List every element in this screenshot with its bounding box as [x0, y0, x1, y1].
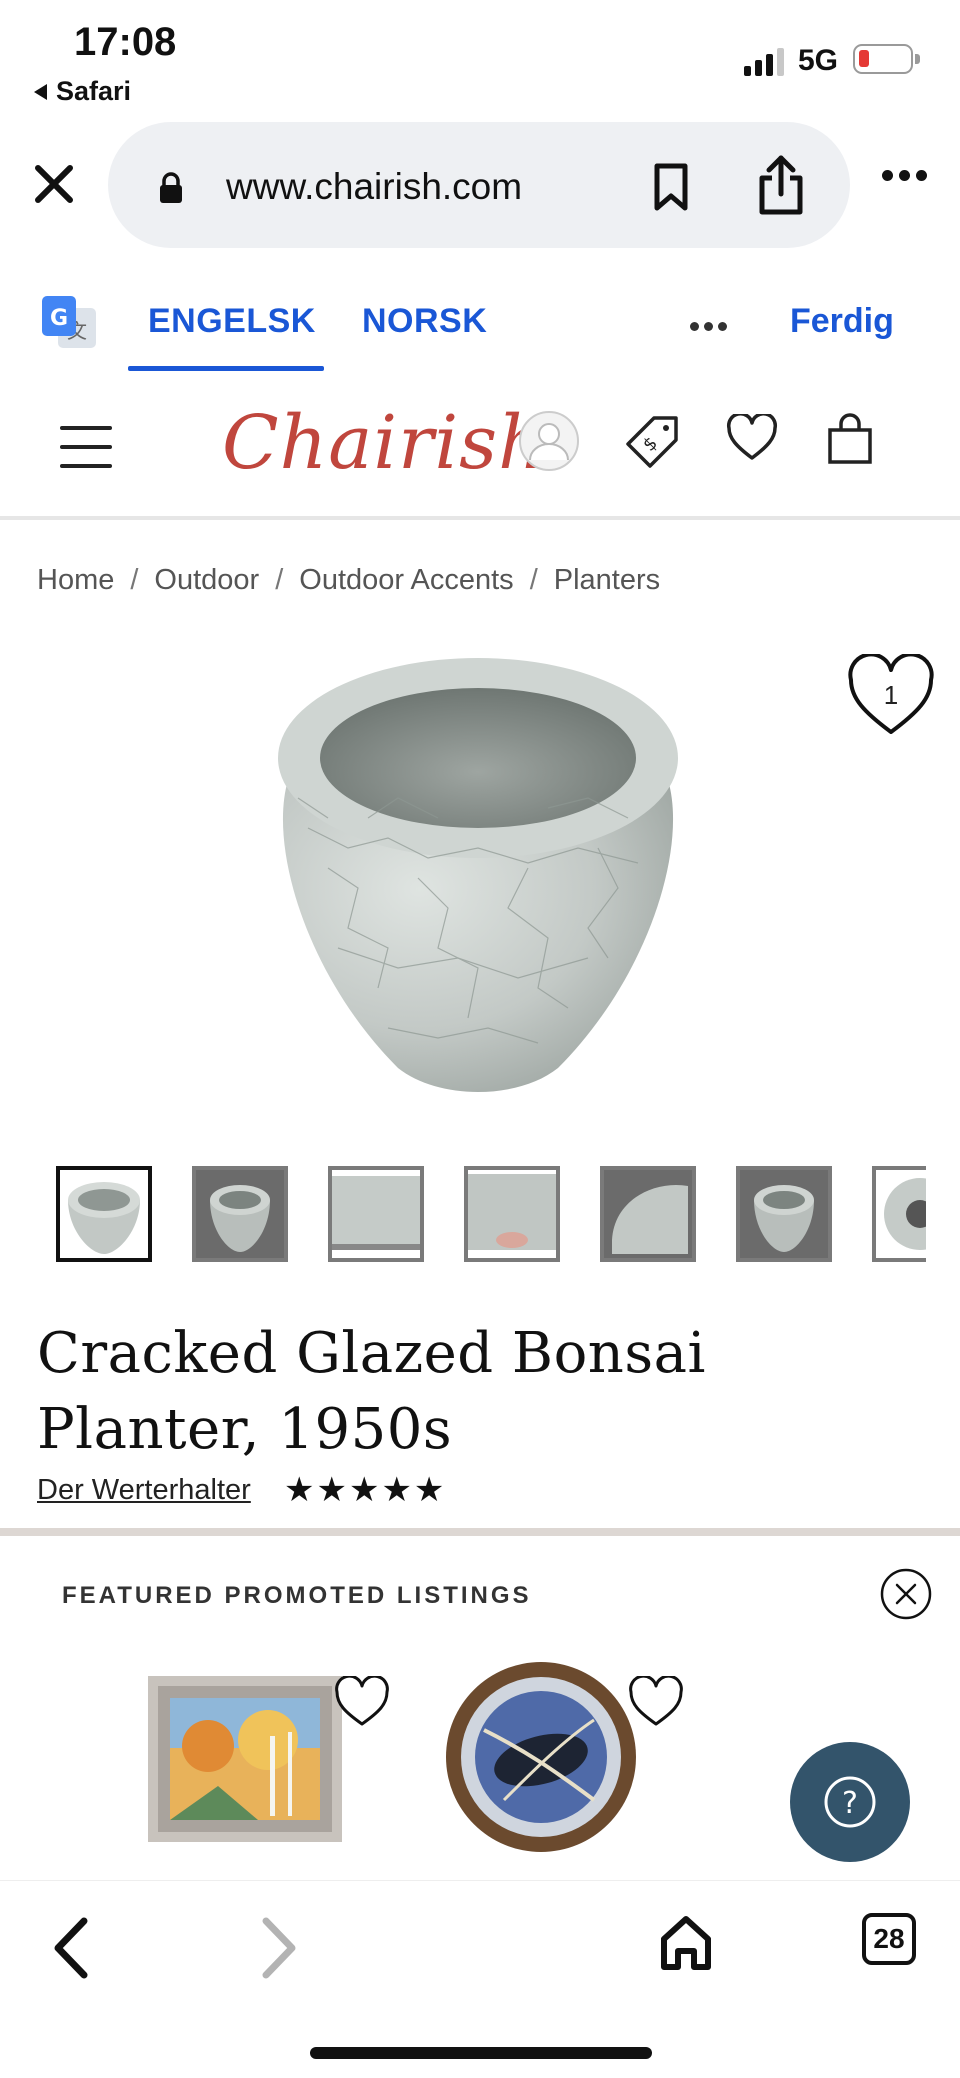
promoted-listings-label: FEATURED PROMOTED LISTINGS: [62, 1582, 532, 1609]
share-icon[interactable]: [756, 154, 806, 216]
rating-stars: ★★★★★: [284, 1471, 447, 1509]
favorite-count: 1: [883, 680, 899, 710]
account-icon[interactable]: [518, 410, 580, 472]
network-label: 5G: [798, 44, 839, 77]
breadcrumb-planters[interactable]: Planters: [554, 564, 660, 597]
address-bar[interactable]: www.chairish.com: [108, 122, 850, 248]
promoted-listings-panel: FEATURED PROMOTED LISTINGS ?: [0, 1528, 960, 1878]
thumbnail-strip: [56, 1166, 926, 1262]
done-button[interactable]: Ferdig: [790, 302, 894, 341]
back-arrow-icon[interactable]: [46, 1913, 96, 1983]
status-time: 17:08: [74, 20, 177, 64]
favorite-heart-icon[interactable]: [334, 1676, 390, 1728]
translate-more-icon[interactable]: [690, 322, 727, 331]
browser-bottom-bar: 28: [0, 1880, 960, 2078]
breadcrumb: Home / Outdoor / Outdoor Accents / Plant…: [37, 564, 660, 597]
close-icon[interactable]: [28, 158, 80, 210]
thumbnail[interactable]: [736, 1166, 832, 1262]
svg-text:?: ?: [842, 1786, 858, 1821]
site-logo[interactable]: Chairish: [222, 400, 547, 486]
back-triangle-icon: [34, 83, 47, 100]
help-button[interactable]: ?: [790, 1742, 910, 1862]
back-to-app-link[interactable]: Safari: [32, 76, 131, 107]
active-tab-indicator: [128, 366, 324, 371]
breadcrumb-outdoor[interactable]: Outdoor: [154, 564, 259, 597]
translate-bar: 文 G ENGELSK NORSK Ferdig: [0, 270, 960, 376]
back-app-label: Safari: [56, 76, 132, 106]
forward-arrow-icon[interactable]: [254, 1913, 304, 1983]
tab-english[interactable]: ENGELSK: [148, 302, 316, 341]
close-circle-icon[interactable]: [880, 1568, 932, 1620]
more-options-icon[interactable]: [882, 170, 927, 181]
thumbnail[interactable]: [872, 1166, 926, 1262]
tabs-button[interactable]: 28: [862, 1913, 916, 1965]
battery-icon: [853, 44, 920, 74]
promoted-item-plate[interactable]: [444, 1660, 638, 1854]
product-title: Cracked Glazed Bonsai Planter, 1950s: [37, 1321, 706, 1462]
promoted-item-painting[interactable]: [148, 1676, 342, 1842]
thumbnail[interactable]: [464, 1166, 560, 1262]
svg-text:$: $: [639, 433, 662, 456]
seller-link[interactable]: Der Werterhalter: [37, 1474, 251, 1507]
home-icon[interactable]: [658, 1913, 714, 1973]
thumbnail[interactable]: [328, 1166, 424, 1262]
svg-text:G: G: [50, 306, 68, 331]
thumbnail[interactable]: [192, 1166, 288, 1262]
menu-icon[interactable]: [60, 426, 112, 468]
breadcrumb-separator: /: [275, 564, 284, 596]
cart-icon[interactable]: [826, 412, 874, 466]
tab-norwegian[interactable]: NORSK: [362, 302, 487, 341]
favorites-icon[interactable]: [726, 414, 778, 462]
bookmark-icon[interactable]: [651, 162, 691, 212]
breadcrumb-separator: /: [529, 564, 538, 596]
favorite-badge[interactable]: 1: [846, 652, 936, 738]
signal-icon: [744, 46, 784, 76]
google-translate-icon: 文 G: [42, 296, 96, 348]
thumbnail[interactable]: [56, 1166, 152, 1262]
breadcrumb-home[interactable]: Home: [37, 564, 114, 597]
favorite-heart-icon[interactable]: [628, 1676, 684, 1728]
breadcrumb-separator: /: [130, 564, 139, 596]
help-icon: ?: [824, 1776, 876, 1828]
lock-icon: [160, 172, 182, 203]
price-tag-icon[interactable]: $: [624, 414, 680, 470]
breadcrumb-outdoor-accents[interactable]: Outdoor Accents: [299, 564, 513, 597]
status-bar: 17:08 Safari 5G: [0, 0, 960, 110]
browser-toolbar: www.chairish.com: [0, 110, 960, 260]
site-header: Chairish $: [0, 376, 960, 520]
home-indicator[interactable]: [310, 2047, 652, 2059]
product-main-image[interactable]: [268, 648, 688, 1100]
url-text: www.chairish.com: [226, 166, 523, 207]
thumbnail[interactable]: [600, 1166, 696, 1262]
